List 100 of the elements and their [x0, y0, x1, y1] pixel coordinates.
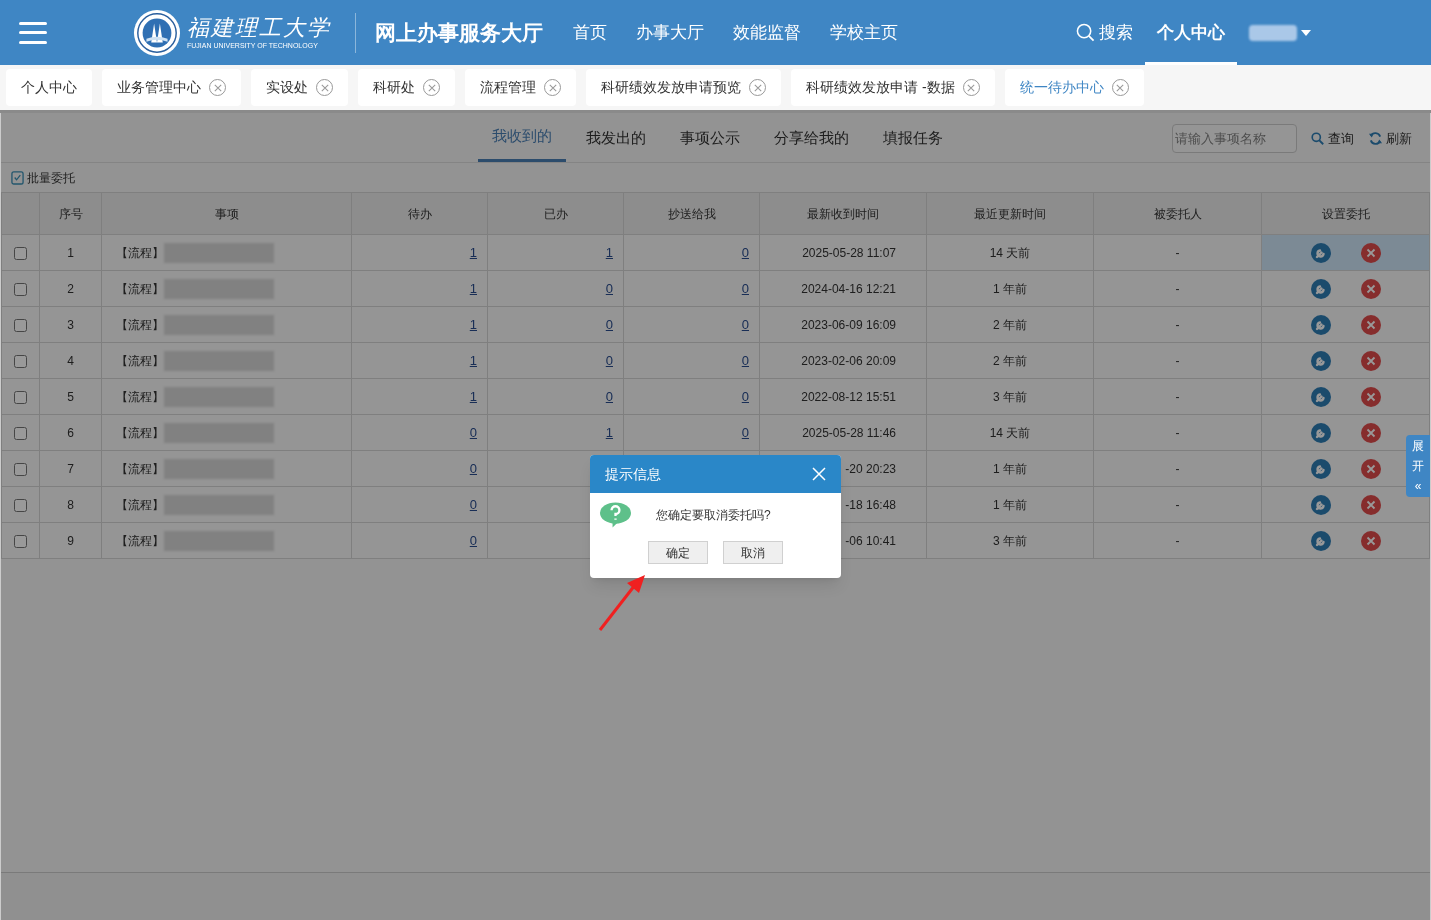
count-link[interactable]: 1: [469, 316, 477, 332]
item-title: 【流程】: [116, 280, 164, 298]
item-title: 【流程】: [116, 316, 164, 334]
cancel-button[interactable]: 取消: [723, 541, 783, 564]
annotation-arrow: [598, 575, 645, 631]
cancel-icon[interactable]: [1360, 386, 1381, 407]
cancel-icon[interactable]: [1360, 242, 1381, 263]
page-tab[interactable]: 实设处: [251, 69, 348, 106]
row-checkbox[interactable]: [14, 426, 27, 440]
sub-tab[interactable]: 我发出的: [572, 114, 660, 162]
table-cell: 5: [39, 378, 102, 415]
table-cell: 2023-02-06 20:09: [801, 353, 896, 368]
page-tab[interactable]: 科研绩效发放申请预览: [586, 69, 781, 106]
table-cell: -: [1093, 306, 1262, 343]
cancel-icon[interactable]: [1360, 278, 1381, 299]
table-cell: 9: [39, 522, 102, 559]
cancel-icon[interactable]: [1360, 530, 1381, 551]
count-link[interactable]: 1: [469, 280, 477, 296]
count-link[interactable]: 0: [741, 244, 749, 260]
page-tab[interactable]: 科研绩效发放申请 -数据: [791, 69, 995, 106]
table-cell: 1 年前: [926, 486, 1094, 523]
count-link[interactable]: 0: [469, 424, 477, 440]
row-checkbox[interactable]: [14, 282, 27, 296]
table-cell: 3: [39, 306, 102, 343]
sub-tab[interactable]: 分享给我的: [760, 114, 863, 162]
refresh-button[interactable]: 刷新: [1368, 128, 1412, 149]
sub-tab[interactable]: 我收到的: [478, 114, 566, 162]
row-checkbox[interactable]: [14, 462, 27, 476]
expand-tab[interactable]: 展 开 «: [1406, 435, 1430, 497]
table-cell: 1: [39, 234, 102, 271]
count-link[interactable]: 0: [605, 280, 613, 296]
nav-link[interactable]: 效能监督: [733, 19, 801, 46]
count-link[interactable]: 0: [741, 316, 749, 332]
close-button[interactable]: [812, 467, 826, 481]
table-cell: 2025-05-28 11:07: [802, 245, 896, 260]
cancel-icon[interactable]: [1360, 314, 1381, 335]
site-title: 网上办事服务大厅: [375, 19, 543, 46]
count-link[interactable]: 0: [469, 532, 477, 548]
count-link[interactable]: 1: [469, 388, 477, 404]
cancel-icon[interactable]: [1360, 494, 1381, 515]
search-link[interactable]: 搜索: [1064, 0, 1145, 65]
count-link[interactable]: 1: [469, 352, 477, 368]
page-tab[interactable]: 统一待办中心: [1004, 69, 1144, 106]
count-link[interactable]: 0: [741, 424, 749, 440]
count-link[interactable]: 0: [741, 280, 749, 296]
nav-link[interactable]: 首页: [573, 19, 607, 46]
table-cell: 1 年前: [926, 270, 1094, 307]
question-icon: [599, 501, 632, 529]
page-tab[interactable]: 科研处: [358, 69, 455, 106]
cancel-icon[interactable]: [1360, 458, 1381, 479]
cancel-icon[interactable]: [1360, 350, 1381, 371]
cancel-icon[interactable]: [1360, 422, 1381, 443]
menu-icon[interactable]: [19, 21, 47, 44]
dialog-message: 您确定要取消委托吗?: [656, 507, 771, 524]
confirm-button[interactable]: 确定: [648, 541, 708, 564]
count-link[interactable]: 0: [605, 316, 613, 332]
table-cell: -: [1093, 270, 1262, 307]
sub-tab[interactable]: 事项公示: [666, 114, 754, 162]
row-checkbox[interactable]: [14, 390, 27, 404]
table-cell: 6: [39, 414, 102, 451]
batch-delegate-button[interactable]: 批量委托: [11, 168, 75, 187]
refresh-icon: [1368, 131, 1383, 146]
count-link[interactable]: 1: [605, 244, 613, 260]
column-header: 抄送给我: [623, 192, 760, 235]
table-cell: 2023-06-09 16:09: [801, 317, 896, 332]
count-link[interactable]: 0: [605, 388, 613, 404]
column-header: 最新收到时间: [759, 192, 927, 235]
row-checkbox[interactable]: [14, 246, 27, 260]
nav-link[interactable]: 学校主页: [830, 19, 898, 46]
table-cell: 1 年前: [926, 450, 1094, 487]
row-checkbox[interactable]: [14, 498, 27, 512]
table-cell: 14 天前: [926, 234, 1094, 271]
count-link[interactable]: 0: [741, 352, 749, 368]
page-tab[interactable]: 流程管理: [465, 69, 576, 106]
count-link[interactable]: 0: [605, 352, 613, 368]
item-title: 【流程】: [116, 388, 164, 406]
table-cell: -06 10:41: [845, 533, 896, 548]
row-checkbox[interactable]: [14, 318, 27, 332]
count-link[interactable]: 1: [605, 424, 613, 440]
search-field[interactable]: 请输入事项名称: [1172, 124, 1297, 153]
count-link[interactable]: 0: [469, 496, 477, 512]
column-header: 最近更新时间: [926, 192, 1094, 235]
emblem-icon: [133, 8, 181, 57]
nav-link[interactable]: 办事大厅: [636, 19, 704, 46]
count-link[interactable]: 0: [469, 460, 477, 476]
caret-icon[interactable]: [1301, 29, 1311, 36]
column-header: 已办: [487, 192, 624, 235]
count-link[interactable]: 1: [469, 244, 477, 260]
query-button[interactable]: 查询: [1311, 128, 1354, 149]
sub-tab[interactable]: 填报任务: [869, 114, 957, 162]
page-tab[interactable]: 业务管理中心: [102, 69, 241, 106]
row-checkbox[interactable]: [14, 534, 27, 548]
page-tab[interactable]: 个人中心: [6, 69, 92, 106]
item-title: 【流程】: [116, 244, 164, 262]
table-cell: -: [1093, 450, 1262, 487]
count-link[interactable]: 0: [741, 388, 749, 404]
row-checkbox[interactable]: [14, 354, 27, 368]
dialog-title: 提示信息: [605, 464, 661, 484]
table-cell: 3 年前: [926, 522, 1094, 559]
table-cell: -: [1093, 234, 1262, 271]
